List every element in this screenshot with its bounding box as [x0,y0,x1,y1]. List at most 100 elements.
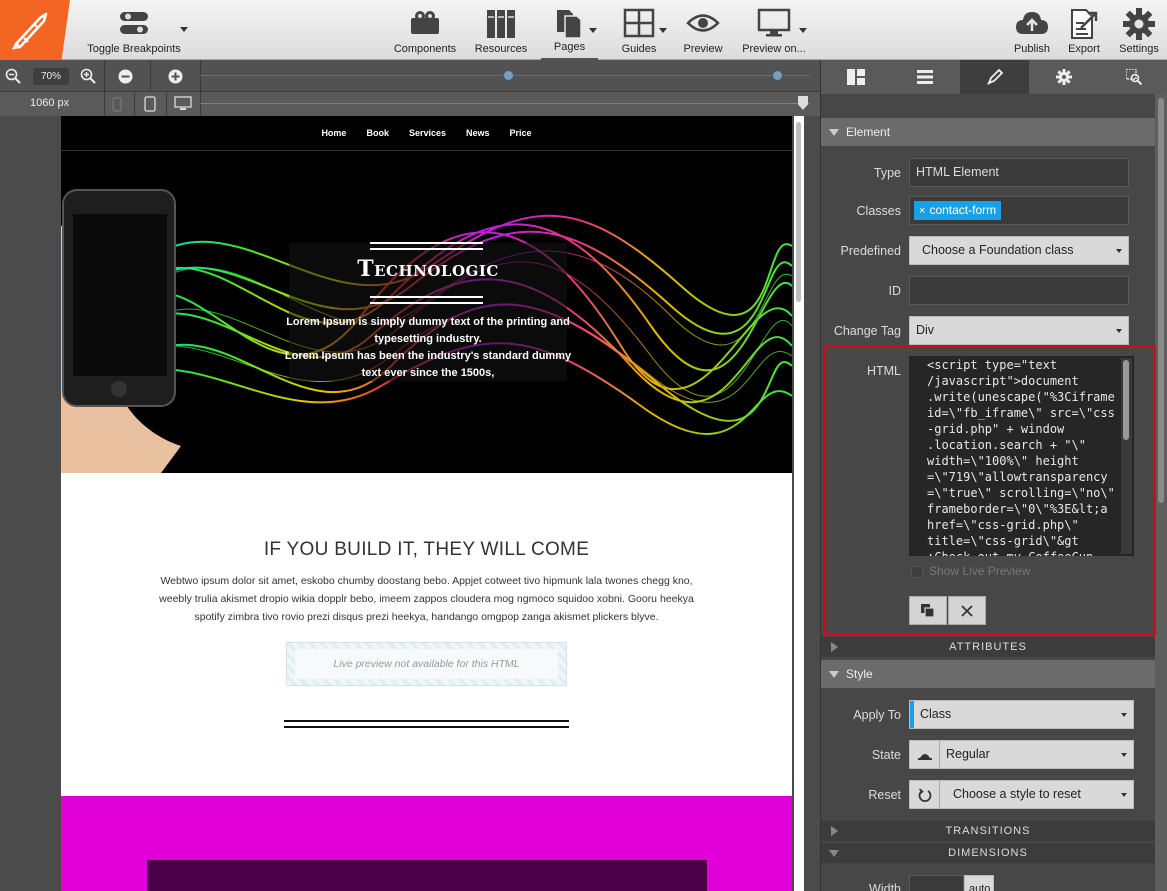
canvas-scrollbar[interactable] [794,116,804,891]
nav-link-price[interactable]: Price [500,116,542,150]
style-section-header[interactable]: Style [821,660,1155,688]
publish-button[interactable]: Publish [1010,0,1054,60]
tab-structure[interactable] [890,60,959,94]
html-code-editor[interactable]: <script type="text /javascript">document… [909,356,1134,556]
pages-icon [556,10,582,39]
scrollbar-thumb[interactable] [796,122,801,302]
expand-icon [831,826,838,836]
divider [200,60,201,92]
classes-field[interactable]: × contact-form [909,196,1129,225]
nav-link-news[interactable]: News [456,116,500,150]
active-indicator [910,701,914,728]
gear-icon [1123,8,1155,40]
divider [150,60,151,92]
tablet-icon[interactable] [144,96,156,112]
transitions-section-header[interactable]: TRANSITIONS [821,821,1155,841]
tab-style[interactable] [960,60,1029,94]
remove-tag-icon[interactable]: × [919,205,925,217]
add-breakpoint-button[interactable] [164,60,186,92]
tab-settings[interactable] [1029,60,1098,94]
panel-scrollbar[interactable] [1155,94,1167,891]
hero-rule [370,296,483,298]
class-tag[interactable]: × contact-form [914,201,1002,220]
chevron-down-icon [1116,329,1122,333]
apply-to-select[interactable]: Class [909,700,1134,729]
reset-label: Reset [868,788,901,802]
tab-inspector[interactable] [1099,60,1167,94]
rocket-pen-icon [11,12,48,50]
predefined-select[interactable]: Choose a Foundation class [909,236,1129,265]
expand-icon [831,642,838,652]
chevron-down-icon [1121,753,1127,757]
reset-select[interactable]: Choose a style to reset [909,780,1134,809]
html-element-placeholder[interactable]: Live preview not available for this HTML [286,642,567,686]
breakpoint-marker[interactable] [503,70,514,81]
zoom-out-icon[interactable] [2,60,24,92]
id-field[interactable] [909,276,1129,305]
change-tag-select[interactable]: Div [909,316,1129,345]
pages-label: Pages [553,41,586,53]
plus-circle-icon [168,69,182,83]
app-logo[interactable] [0,0,70,60]
layout-icon [846,69,865,85]
state-select[interactable]: Regular [909,740,1134,769]
breakpoint-marker[interactable] [772,70,783,81]
attributes-section-header[interactable]: ATTRIBUTES [821,637,1155,657]
hero-section[interactable]: Home Book Services News Price Technologi… [61,116,792,473]
clear-button[interactable] [948,596,986,625]
resources-button[interactable]: Resources [470,0,532,60]
chevron-down-icon[interactable] [659,28,667,33]
divider [284,720,569,722]
remove-breakpoint-button[interactable] [114,60,136,92]
change-tag-value: Div [916,323,935,337]
reset-icon[interactable] [910,781,940,808]
hero-rule [370,242,483,244]
preview-on-label: Preview on... [742,43,806,55]
cloud-upload-icon [1016,12,1048,34]
zoom-in-icon[interactable] [77,60,99,92]
element-section-header[interactable]: Element [821,118,1155,146]
nav-link-home[interactable]: Home [311,116,356,150]
components-button[interactable]: Components [392,0,458,60]
dark-content-box[interactable] [147,860,707,891]
change-tag-label: Change Tag [833,324,901,338]
scrollbar-thumb[interactable] [1123,360,1129,440]
export-label: Export [1068,43,1100,55]
code-scrollbar[interactable] [1121,358,1132,554]
chevron-down-icon[interactable] [799,28,807,33]
show-live-preview-checkbox[interactable] [911,566,923,578]
magenta-section[interactable] [61,796,792,891]
copy-button[interactable] [909,596,947,625]
settings-label: Settings [1119,43,1159,55]
tab-layout[interactable] [821,60,890,94]
chevron-down-icon[interactable] [180,27,188,32]
chevron-down-icon [1121,793,1127,797]
toggle-icon [120,12,148,34]
chevron-down-icon[interactable] [589,28,597,33]
width-field[interactable] [909,875,964,891]
state-label: State [871,748,901,762]
phone-icon[interactable] [112,97,122,112]
nav-link-book[interactable]: Book [356,116,399,150]
divider [166,92,167,116]
export-button[interactable]: Export [1064,0,1104,60]
zoom-level-field[interactable]: 70% [33,68,69,85]
minus-circle-icon [118,69,132,83]
preview-button[interactable]: Preview [680,0,726,60]
toggle-breakpoints-button[interactable]: Toggle Breakpoints [82,0,186,60]
section-body-text: Webtwo ipsum dolor sit amet, eskobo chum… [159,575,694,623]
nav-link-services[interactable]: Services [399,116,456,150]
guides-button[interactable]: Guides [612,0,666,60]
brush-icon [986,68,1003,85]
type-field: HTML Element [909,158,1129,187]
desktop-icon[interactable] [174,96,192,111]
main-toolbar: Toggle Breakpoints Components Resources … [0,0,1167,60]
width-unit-select[interactable]: auto [964,875,994,891]
hero-text: Lorem Ipsum is simply dummy text of the … [279,314,577,382]
scrollbar-thumb[interactable] [1158,98,1164,503]
dimensions-section-header[interactable]: DIMENSIONS [821,843,1155,863]
section-title: Element [846,125,891,139]
guides-label: Guides [621,43,657,55]
toggle-breakpoints-label: Toggle Breakpoints [87,43,181,55]
settings-button[interactable]: Settings [1115,0,1163,60]
